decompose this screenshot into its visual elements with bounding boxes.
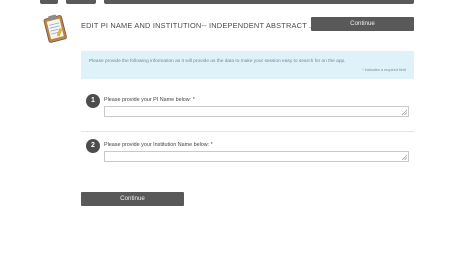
continue-button-bottom[interactable]: Continue [81,192,184,206]
resize-grip-icon[interactable] [401,154,407,160]
section-divider [81,131,414,132]
top-nav-bar-main [104,0,414,4]
top-nav-tab[interactable] [66,0,96,4]
resize-grip-icon[interactable] [401,109,407,115]
question-number-badge: 2 [86,139,100,153]
question-label-pi-name: Please provide your PI Name below: * [104,97,195,103]
continue-button-top[interactable]: Continue [311,17,414,31]
question-number-badge: 1 [86,94,100,108]
pi-name-input[interactable] [104,106,409,117]
clipboard-icon [43,14,67,43]
info-banner: Please provide the following information… [81,51,414,79]
page-title: EDIT PI NAME AND INSTITUTION-- INDEPENDE… [81,21,316,30]
top-nav-bar [0,0,468,4]
question-label-institution-name: Please provide your Institution Name bel… [104,142,213,148]
required-note: * indicates a required field [362,68,406,72]
institution-name-input[interactable] [104,151,409,162]
info-message: Please provide the following information… [89,59,346,64]
top-nav-tab[interactable] [40,0,58,4]
